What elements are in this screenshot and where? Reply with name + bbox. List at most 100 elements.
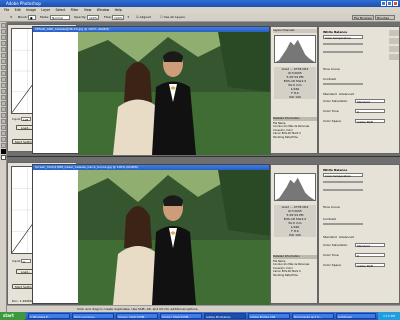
opacity-input[interactable]: 100% bbox=[87, 15, 99, 20]
move-tool-icon[interactable] bbox=[1, 29, 6, 34]
healing-brush-tool-icon[interactable] bbox=[1, 59, 6, 64]
pen-tool-icon[interactable] bbox=[1, 113, 6, 118]
background-color-swatch[interactable] bbox=[1, 155, 6, 160]
start-button[interactable]: start bbox=[0, 312, 26, 320]
detailed-info-header[interactable]: Detailed Information bbox=[273, 117, 317, 121]
zoom-icon[interactable] bbox=[389, 30, 399, 36]
type-tool-icon[interactable] bbox=[1, 107, 6, 112]
menu-filter[interactable]: Filter bbox=[71, 8, 79, 12]
taskbar-item[interactable]: Hom you tone... bbox=[72, 313, 114, 319]
hand-icon[interactable] bbox=[389, 38, 399, 44]
color-tone-select[interactable]: 0 bbox=[355, 109, 385, 114]
mode-select[interactable]: Normal bbox=[50, 15, 70, 20]
contrast-slider[interactable] bbox=[323, 83, 363, 85]
tab-brushes[interactable]: Brushes bbox=[375, 15, 395, 20]
advanced-tab[interactable]: Advanced bbox=[339, 92, 354, 96]
marquee-tool-icon[interactable] bbox=[1, 23, 6, 28]
lasso-tool-icon[interactable] bbox=[1, 35, 6, 40]
minimize-button[interactable] bbox=[381, 1, 386, 6]
contrast-slider[interactable] bbox=[323, 223, 363, 225]
panel-tabs-top: Layers Channels bbox=[273, 29, 317, 33]
aligned-checkbox[interactable]: ☑ Aligned bbox=[136, 15, 151, 20]
white-balance-select[interactable]: Color temperature bbox=[323, 173, 363, 178]
hand-tool-icon[interactable] bbox=[1, 137, 6, 142]
taskbar-item[interactable]: Lightroom bbox=[336, 313, 376, 319]
advanced-tab[interactable]: Advanced bbox=[339, 235, 354, 239]
white-balance-label: White Balance bbox=[323, 168, 348, 172]
brush-label: Brush: bbox=[18, 15, 28, 19]
rotate-icon[interactable] bbox=[389, 54, 399, 60]
taskbar-item[interactable]: Screen_Shot(2)MM... bbox=[160, 313, 202, 319]
close-button[interactable] bbox=[393, 1, 398, 6]
brush-size-picker[interactable]: ● bbox=[28, 15, 36, 20]
taskbar-item[interactable]: Documents and S... bbox=[292, 313, 334, 319]
raw-settings-panel-top: White Balance Color temperature Tone Cur… bbox=[318, 26, 400, 154]
tint-slider[interactable] bbox=[323, 189, 363, 191]
zoom-tool-icon[interactable] bbox=[1, 143, 6, 148]
color-space-select[interactable]: Adobe RGB bbox=[355, 119, 385, 124]
document-window-bottom: Screen_Shot(1)MM_Cesar_Celeste_Carra_Sun… bbox=[32, 164, 271, 305]
notes-tool-icon[interactable] bbox=[1, 125, 6, 130]
crop-tool-icon[interactable] bbox=[1, 47, 6, 52]
menu-image[interactable]: Image bbox=[26, 8, 36, 12]
history-brush-tool-icon[interactable] bbox=[1, 77, 6, 82]
color-space-select[interactable]: Adobe RGB bbox=[355, 263, 385, 268]
magic-wand-tool-icon[interactable] bbox=[1, 41, 6, 46]
tab-file-browser[interactable]: File Browser bbox=[352, 15, 374, 20]
tone-curve-label: Tone Curve bbox=[323, 67, 340, 71]
input-field[interactable]: 0 bbox=[21, 259, 31, 264]
slice-tool-icon[interactable] bbox=[1, 53, 6, 58]
shape-tool-icon[interactable] bbox=[1, 119, 6, 124]
taskbar-item[interactable]: Adobe Bridge CS6 bbox=[248, 313, 290, 319]
menu-layer[interactable]: Layer bbox=[41, 8, 50, 12]
taskbar-item[interactable]: 2 Windows E... bbox=[28, 313, 70, 319]
couple-photo-image bbox=[78, 170, 271, 305]
menu-file[interactable]: File bbox=[4, 8, 9, 12]
flow-input[interactable]: 100% bbox=[112, 15, 124, 20]
couple-photo-image bbox=[78, 32, 271, 155]
wb-slider[interactable] bbox=[323, 181, 363, 183]
color-saturation-select[interactable]: Standard bbox=[355, 243, 385, 248]
input-label: Input: bbox=[12, 259, 21, 263]
flow-label: Flow: bbox=[104, 15, 112, 19]
tool-palette bbox=[0, 22, 7, 312]
menu-select[interactable]: Select bbox=[56, 8, 66, 12]
taskbar-item[interactable]: Screen_Shot(1)MM... bbox=[116, 313, 158, 319]
input-field[interactable]: 128 bbox=[21, 117, 31, 122]
menu-view[interactable]: View bbox=[84, 8, 92, 12]
foreground-color-swatch[interactable] bbox=[1, 149, 6, 154]
use-all-layers-checkbox[interactable]: ☐ Use All Layers bbox=[160, 15, 185, 20]
menu-window[interactable]: Window bbox=[97, 8, 110, 12]
menu-edit[interactable]: Edit bbox=[15, 8, 21, 12]
eraser-tool-icon[interactable] bbox=[1, 83, 6, 88]
menu-help[interactable]: Help bbox=[115, 8, 122, 12]
gradient-tool-icon[interactable] bbox=[1, 89, 6, 94]
tab-layers[interactable]: Layers bbox=[273, 29, 282, 32]
white-balance-select[interactable]: Color temperature bbox=[323, 35, 363, 40]
wb-slider[interactable] bbox=[323, 43, 363, 45]
stamp-tool-icon[interactable]: ✎ bbox=[10, 15, 13, 20]
photo-canvas-bottom[interactable] bbox=[78, 170, 271, 305]
brush-tool-icon[interactable] bbox=[1, 65, 6, 70]
color-tone-select[interactable]: 0 bbox=[355, 253, 385, 258]
color-saturation-select[interactable]: Standard bbox=[355, 99, 385, 104]
dodge-tool-icon[interactable] bbox=[1, 95, 6, 100]
mode-label: Mode: bbox=[40, 15, 50, 19]
clone-stamp-tool-icon[interactable] bbox=[1, 71, 6, 76]
tint-slider[interactable] bbox=[323, 51, 363, 53]
path-selection-tool-icon[interactable] bbox=[1, 101, 6, 106]
photo-canvas-top[interactable] bbox=[78, 32, 271, 155]
detailed-info-header[interactable]: Detailed Information bbox=[273, 255, 317, 259]
eyedropper-tool-icon[interactable] bbox=[1, 131, 6, 136]
standard-tab[interactable]: Standard bbox=[323, 92, 337, 96]
raw-settings-panel-bottom: White Balance Color temperature Tone Cur… bbox=[318, 164, 400, 304]
contrast-label: Contrast bbox=[323, 77, 336, 81]
tone-curve-label: Tone Curve bbox=[323, 205, 340, 209]
maximize-button[interactable] bbox=[387, 1, 392, 6]
eyedropper-icon[interactable] bbox=[389, 46, 399, 52]
tab-channels[interactable]: Channels bbox=[282, 29, 294, 32]
taskbar-item-active[interactable]: Adobe Photoshop bbox=[204, 313, 246, 319]
standard-tab[interactable]: Standard bbox=[323, 235, 337, 239]
color-space-label: Color Space bbox=[323, 119, 341, 123]
airbrush-icon[interactable]: ✦ bbox=[127, 15, 130, 20]
